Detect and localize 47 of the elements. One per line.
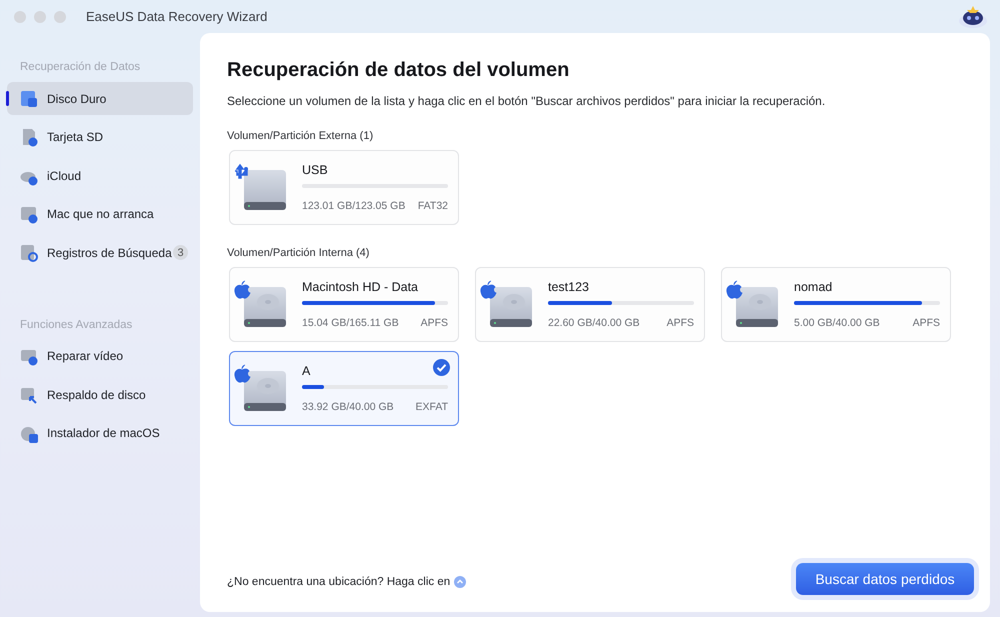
- usage-text: 22.60 GB/40.00 GB: [548, 317, 640, 329]
- instruction-text: Seleccione un volumen de la lista y haga clic en el botón "Buscar archivos perdidos" para iniciar la recuperación.: [227, 94, 826, 108]
- volume-card[interactable]: nomad 5.00 GB/40.00 GB APFS: [721, 267, 951, 342]
- section-heading: Recuperación de Datos: [20, 61, 142, 73]
- sidebar-item[interactable]: iCloud: [7, 159, 193, 192]
- file-system-label: EXFAT: [416, 401, 448, 413]
- window-control-button[interactable]: [34, 10, 46, 22]
- document-search-icon: [19, 242, 39, 262]
- usage-text: 33.92 GB/40.00 GB: [302, 401, 394, 413]
- file-system-label: APFS: [666, 317, 694, 329]
- volume-card[interactable]: USB 123.01 GB/123.05 GB FAT32: [229, 150, 459, 225]
- group-heading: Volumen/Partición Externa (1): [227, 130, 374, 142]
- window-control-button[interactable]: [14, 10, 26, 22]
- sidebar-item[interactable]: Registros de Búsqueda 3: [7, 236, 193, 269]
- volume-name: nomad: [794, 280, 832, 296]
- file-system-label: FAT32: [418, 200, 448, 212]
- mascot-icon: [958, 4, 988, 30]
- search-button[interactable]: Buscar datos perdidos: [796, 563, 974, 595]
- count-badge: 3: [173, 245, 188, 260]
- usage-text: 123.01 GB/123.05 GB: [302, 200, 406, 212]
- sidebar-item[interactable]: Reparar vídeo: [7, 340, 193, 372]
- checkmark-icon: [433, 359, 450, 376]
- window-control-button[interactable]: [54, 10, 66, 22]
- volume-card[interactable]: Macintosh HD - Data 15.04 GB/165.11 GB APFS: [229, 267, 459, 342]
- sidebar-item[interactable]: Respaldo de disco: [7, 378, 193, 411]
- usage-text: 15.04 GB/165.11 GB: [302, 317, 399, 329]
- hard-drive-icon: [19, 88, 39, 108]
- window-title: EaseUS Data Recovery Wizard: [86, 9, 268, 24]
- sidebar-item[interactable]: Instalador de macOS: [7, 416, 193, 450]
- volume-name: A: [302, 364, 310, 380]
- help-text: ¿No encuentra una ubicación? Haga clic en: [227, 576, 450, 588]
- section-heading: Funciones Avanzadas: [20, 318, 134, 330]
- sidebar-item[interactable]: Tarjeta SD: [7, 120, 193, 154]
- sidebar-item[interactable]: Mac que no arranca: [7, 198, 193, 230]
- volume-card[interactable]: A 33.92 GB/40.00 GB EXFAT: [229, 351, 459, 426]
- usage-text: 5.00 GB/40.00 GB: [794, 317, 880, 329]
- sidebar-item[interactable]: Disco Duro: [7, 82, 193, 115]
- volume-name: USB: [302, 163, 328, 179]
- volume-card[interactable]: test123 22.60 GB/40.00 GB APFS: [475, 267, 705, 342]
- volume-name: test123: [548, 280, 590, 296]
- selection-indicator: [6, 91, 9, 106]
- file-system-label: APFS: [420, 317, 448, 329]
- page-title: Recuperación de datos del volumen: [227, 59, 570, 82]
- volume-name: Macintosh HD - Data: [302, 280, 418, 296]
- group-heading: Volumen/Partición Interna (4): [227, 247, 370, 259]
- file-system-label: APFS: [912, 317, 940, 329]
- chevron-up-icon[interactable]: [454, 576, 466, 588]
